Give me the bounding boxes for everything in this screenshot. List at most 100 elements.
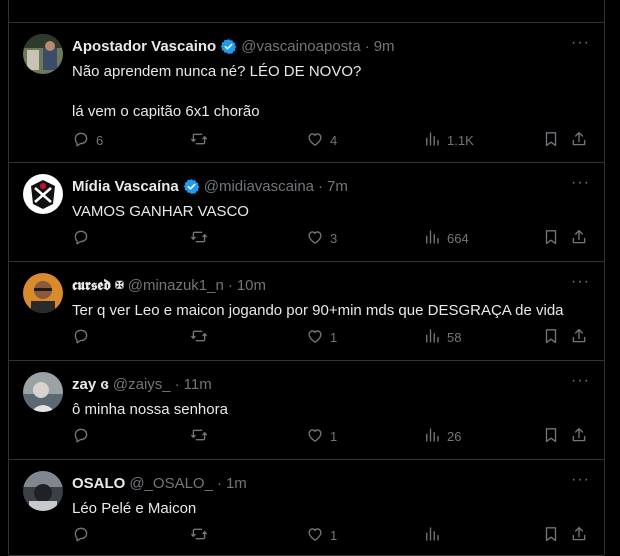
share-icon (570, 228, 588, 249)
share-icon (570, 525, 588, 546)
separator-dot: · (227, 276, 233, 294)
bookmark-button[interactable] (542, 525, 560, 546)
repost-icon (190, 426, 208, 447)
repost-button[interactable] (190, 228, 214, 249)
timestamp[interactable]: 1m (226, 475, 247, 492)
author-name[interactable]: 𝖈𝖚𝖗𝖘𝖊𝖉 ✠ (72, 277, 124, 294)
reply-button[interactable] (72, 525, 96, 546)
heart-icon (306, 130, 324, 151)
repost-button[interactable] (190, 327, 214, 348)
avatar[interactable] (23, 471, 63, 511)
post[interactable]: Apostador Vascaino @vascainoaposta · 9m … (9, 22, 604, 163)
share-button[interactable] (570, 525, 588, 546)
reply-button[interactable]: 6 (72, 130, 103, 151)
bookmark-button[interactable] (542, 327, 560, 348)
timestamp[interactable]: 11m (184, 376, 212, 393)
share-button[interactable] (570, 327, 588, 348)
views-icon (423, 228, 441, 249)
heart-icon (306, 525, 324, 546)
author-name[interactable]: Apostador Vascaino (72, 38, 216, 55)
avatar[interactable] (23, 174, 63, 214)
reply-button[interactable] (72, 228, 96, 249)
post-text-line: VAMOS GANHAR VASCO (72, 203, 249, 220)
like-button[interactable]: 4 (306, 130, 337, 151)
share-button[interactable] (570, 130, 588, 151)
post-header: 𝖈𝖚𝖗𝖘𝖊𝖉 ✠ @minazuk1_n · 10m ··· (72, 274, 590, 295)
reply-button[interactable] (72, 426, 96, 447)
author-handle[interactable]: @midiavascaina (204, 178, 314, 195)
post[interactable]: Mídia Vascaína @midiavascaina · 7m ··· V… (9, 162, 604, 262)
reply-icon (72, 426, 90, 447)
post-header: zay ɞ @zaiys_ · 11m ··· (72, 373, 590, 394)
views-button[interactable]: 664 (423, 228, 469, 249)
more-icon[interactable]: ··· (571, 274, 590, 290)
post-actions: 1 (72, 525, 586, 545)
more-icon[interactable]: ··· (571, 35, 590, 51)
repost-button[interactable] (190, 130, 214, 151)
share-button[interactable] (570, 426, 588, 447)
bookmark-button[interactable] (542, 130, 560, 151)
reply-button[interactable] (72, 327, 96, 348)
views-button[interactable] (423, 525, 447, 546)
bookmark-icon (542, 426, 560, 447)
timestamp[interactable]: 7m (327, 178, 348, 195)
post-text-line: lá vem o capitão 6x1 chorão (72, 103, 260, 120)
avatar[interactable] (23, 372, 63, 412)
view-count: 58 (447, 330, 462, 345)
view-count: 1.1K (447, 133, 474, 148)
separator-dot: · (216, 474, 222, 492)
post[interactable]: zay ɞ @zaiys_ · 11m ··· ô minha nossa se… (9, 360, 604, 460)
bookmark-icon (542, 525, 560, 546)
post[interactable]: 𝖈𝖚𝖗𝖘𝖊𝖉 ✠ @minazuk1_n · 10m ··· Ter q ver… (9, 261, 604, 361)
repost-icon (190, 525, 208, 546)
author-handle[interactable]: @_OSALO_ (129, 475, 213, 492)
more-icon[interactable]: ··· (571, 373, 590, 389)
views-button[interactable]: 26 (423, 426, 461, 447)
views-button[interactable]: 58 (423, 327, 461, 348)
like-button[interactable]: 1 (306, 525, 337, 546)
post[interactable]: OSALO @_OSALO_ · 1m ··· Léo Pelé e Maico… (9, 459, 604, 556)
author-handle[interactable]: @minazuk1_n (128, 277, 224, 294)
reply-count: 6 (96, 133, 104, 148)
more-icon[interactable]: ··· (571, 175, 590, 191)
repost-button[interactable] (190, 426, 214, 447)
repost-button[interactable] (190, 525, 214, 546)
bookmark-icon (542, 130, 560, 151)
timestamp[interactable]: 9m (374, 38, 395, 55)
previous-post-bottom (9, 0, 604, 23)
views-icon (423, 525, 441, 546)
separator-dot: · (364, 37, 370, 55)
post-text: ô minha nossa senhora (72, 400, 590, 420)
like-count: 1 (330, 528, 338, 543)
bookmark-button[interactable] (542, 426, 560, 447)
author-name[interactable]: OSALO (72, 475, 125, 492)
post-text: Léo Pelé e Maicon (72, 499, 590, 519)
post-text: Ter q ver Leo e maicon jogando por 90+mi… (72, 301, 590, 321)
author-handle[interactable]: @zaiys_ (113, 376, 171, 393)
timeline: Apostador Vascaino @vascainoaposta · 9m … (8, 0, 605, 556)
view-count: 664 (447, 231, 469, 246)
views-icon (423, 327, 441, 348)
author-name[interactable]: zay ɞ (72, 376, 109, 393)
post-actions: 3 664 (72, 228, 586, 248)
bookmark-button[interactable] (542, 228, 560, 249)
post-actions: 6 4 1.1K (72, 130, 586, 150)
avatar[interactable] (23, 273, 63, 313)
author-name[interactable]: Mídia Vascaína (72, 178, 179, 195)
like-count: 1 (330, 429, 338, 444)
like-button[interactable]: 1 (306, 426, 337, 447)
repost-icon (190, 130, 208, 151)
post-header: OSALO @_OSALO_ · 1m ··· (72, 472, 590, 493)
like-button[interactable]: 1 (306, 327, 337, 348)
heart-icon (306, 426, 324, 447)
avatar[interactable] (23, 34, 63, 74)
bookmark-icon (542, 327, 560, 348)
like-button[interactable]: 3 (306, 228, 337, 249)
like-count: 3 (330, 231, 338, 246)
views-button[interactable]: 1.1K (423, 130, 474, 151)
timestamp[interactable]: 10m (237, 277, 266, 294)
verified-badge-icon (183, 178, 200, 195)
share-button[interactable] (570, 228, 588, 249)
more-icon[interactable]: ··· (571, 472, 590, 488)
author-handle[interactable]: @vascainoaposta (241, 38, 360, 55)
